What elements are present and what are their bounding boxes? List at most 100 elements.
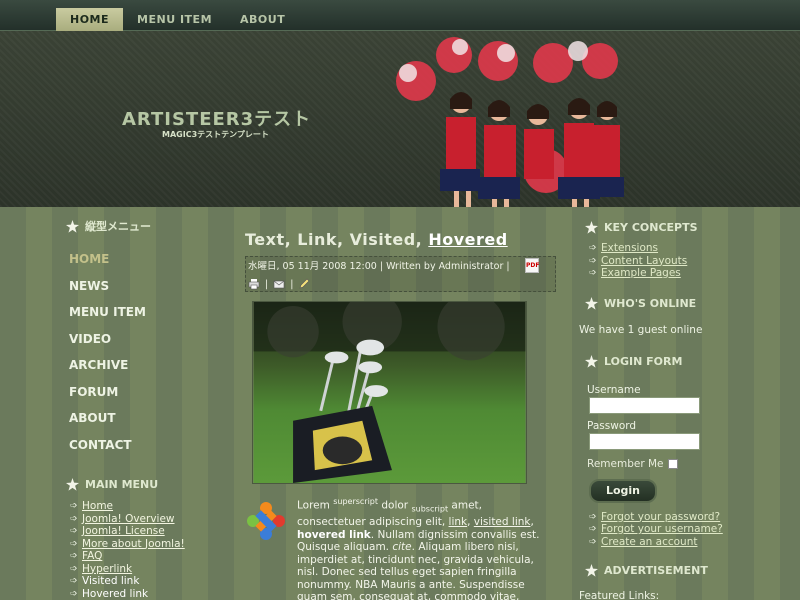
link-text[interactable]: Forgot your username?: [601, 523, 723, 536]
concept-example-pages[interactable]: ➩ Example Pages: [589, 267, 729, 280]
create-account-link[interactable]: ➩ Create an account: [589, 536, 729, 549]
body-text-segment: ,: [467, 516, 474, 529]
article-meta-text: 水曜日, 05 11月 2008 12:00 | Written by Admi…: [248, 261, 510, 272]
top-menu-home[interactable]: HOME: [56, 8, 124, 31]
whos-online-title: WHO'S ONLINE: [579, 294, 729, 314]
article-meta: 水曜日, 05 11月 2008 12:00 | Written by Admi…: [245, 256, 556, 292]
main-menu-item-home[interactable]: ➩ Home: [70, 500, 216, 513]
right-sidebar: KEY CONCEPTS ➩ Extensions ➩ Content Layout…: [579, 217, 729, 600]
arrow-right-icon: ➩: [70, 501, 78, 511]
site-slogan: MAGIC3テストテンプレート: [162, 130, 269, 139]
top-menu: HOME MENU ITEM ABOUT: [56, 8, 299, 31]
vmenu-title-text: 縦型メニュー: [85, 220, 151, 233]
article-body: Lorem superscript dolor subscript amet, …: [245, 496, 545, 600]
link-text[interactable]: Visited link: [82, 575, 139, 588]
arrow-right-icon: ➩: [70, 538, 78, 549]
link-text[interactable]: Joomla! License: [82, 525, 165, 538]
top-menu-menu-item[interactable]: MENU ITEM: [123, 8, 226, 31]
print-icon[interactable]: [248, 278, 260, 290]
advertisement-title-text: ADVERTISEMENT: [604, 563, 708, 577]
remember-me-row: Remember Me: [579, 458, 729, 470]
link-text[interactable]: Home: [82, 500, 113, 513]
top-menu-about[interactable]: ABOUT: [226, 8, 299, 31]
main-menu-item-more[interactable]: ➩ More about Joomla!: [70, 538, 216, 551]
remember-me-checkbox[interactable]: [667, 458, 678, 469]
body-text-segment: ,: [530, 516, 534, 529]
main-menu-item-visited[interactable]: ➩ Visited link: [70, 575, 216, 588]
vertical-menu: HOME NEWS MENU ITEM VIDEO ARCHIVE FORUM …: [66, 246, 216, 458]
pdf-icon[interactable]: PDF: [525, 258, 539, 273]
link-text[interactable]: Joomla! Overview: [82, 513, 175, 526]
password-field[interactable]: [589, 432, 700, 450]
login-links: ➩ Forgot your password? ➩ Forgot your user…: [579, 511, 729, 549]
joomla-logo-icon: [247, 502, 285, 540]
link-text[interactable]: FAQ: [82, 550, 102, 563]
link-text[interactable]: More about Joomla!: [82, 538, 185, 551]
superscript-text: superscript: [333, 497, 379, 506]
article-title-text: Text, Link, Visited,: [245, 230, 429, 249]
whos-online-text: We have 1 guest online: [579, 323, 703, 336]
link-text[interactable]: Hyperlink: [82, 563, 132, 576]
concept-content-layouts[interactable]: ➩ Content Layouts: [589, 255, 729, 268]
article-title-hovered-link[interactable]: Hovered: [428, 230, 507, 249]
cite-text: cite: [392, 541, 412, 554]
star-icon: [66, 219, 79, 233]
link-text[interactable]: Extensions: [601, 242, 658, 255]
article-title: Text, Link, Visited, Hovered: [245, 230, 555, 249]
star-icon: [585, 220, 598, 234]
link-text[interactable]: Hovered link: [82, 588, 148, 600]
main-menu-item-overview[interactable]: ➩ Joomla! Overview: [70, 513, 216, 526]
link-text[interactable]: Content Layouts: [601, 255, 687, 268]
site-header: ARTISTEER3テスト MAGIC3テストテンプレート: [0, 31, 800, 207]
body-hovered-link[interactable]: hovered link: [297, 529, 371, 541]
featured-links-label: Featured Links:: [579, 590, 660, 600]
arrow-right-icon: ➩: [589, 268, 597, 278]
arrow-right-icon: ➩: [70, 526, 78, 536]
arrow-right-icon: ➩: [70, 576, 78, 586]
main-menu-title-text: MAIN MENU: [85, 477, 159, 491]
arrow-right-icon: ➩: [589, 524, 597, 534]
concept-extensions[interactable]: ➩ Extensions: [589, 242, 729, 255]
subscript-text: subscript: [411, 504, 449, 514]
key-concepts-title: KEY CONCEPTS: [579, 217, 729, 237]
separator: |: [290, 278, 294, 290]
body-text-segment: dolor: [378, 499, 412, 512]
main-menu-item-faq[interactable]: ➩ FAQ: [70, 550, 216, 563]
link-text[interactable]: Forgot your password?: [601, 511, 720, 524]
advertisement-title: ADVERTISEMENT: [579, 560, 729, 580]
link-text[interactable]: Create an account: [601, 536, 697, 549]
login-form-title-text: LOGIN FORM: [604, 355, 683, 368]
left-sidebar: 縦型メニュー HOME NEWS MENU ITEM VIDEO ARCHIVE…: [66, 216, 216, 600]
main-menu-item-hovered[interactable]: ➩ Hovered link: [70, 588, 216, 600]
main-menu-list: ➩ Home ➩ Joomla! Overview ➩ Joomla! License…: [66, 500, 216, 600]
vmenu-item-about[interactable]: ABOUT: [66, 405, 216, 432]
login-button[interactable]: Login: [589, 478, 657, 503]
arrow-right-icon: ➩: [70, 551, 78, 561]
edit-pencil-icon[interactable]: [298, 278, 310, 290]
arrow-right-icon: ➩: [589, 255, 597, 266]
vmenu-item-menu-item[interactable]: MENU ITEM: [66, 299, 216, 326]
vmenu-item-home[interactable]: HOME: [66, 246, 216, 273]
vmenu-item-archive[interactable]: ARCHIVE: [66, 352, 216, 379]
forgot-password-link[interactable]: ➩ Forgot your password?: [589, 511, 729, 524]
arrow-right-icon: ➩: [70, 588, 78, 599]
forgot-username-link[interactable]: ➩ Forgot your username?: [589, 523, 729, 536]
vmenu-title: 縦型メニュー: [66, 216, 216, 236]
whos-online-title-text: WHO'S ONLINE: [604, 297, 697, 310]
body-visited-link[interactable]: visited link: [474, 516, 531, 528]
key-concepts-list: ➩ Extensions ➩ Content Layouts ➩ Example Pa…: [579, 242, 729, 280]
main-menu-item-hyperlink[interactable]: ➩ Hyperlink: [70, 563, 216, 576]
vmenu-item-forum[interactable]: FORUM: [66, 379, 216, 406]
site-title[interactable]: ARTISTEER3テスト: [122, 105, 311, 131]
email-icon[interactable]: [273, 278, 285, 290]
body-link[interactable]: link: [449, 516, 468, 528]
username-field[interactable]: [589, 396, 700, 414]
top-nav-bar: HOME MENU ITEM ABOUT: [0, 0, 800, 31]
arrow-right-icon: ➩: [70, 563, 78, 574]
link-text[interactable]: Example Pages: [601, 267, 681, 280]
vmenu-item-news[interactable]: NEWS: [66, 273, 216, 300]
vmenu-item-contact[interactable]: CONTACT: [66, 432, 216, 459]
arrow-right-icon: ➩: [589, 511, 597, 522]
main-menu-item-license[interactable]: ➩ Joomla! License: [70, 525, 216, 538]
vmenu-item-video[interactable]: VIDEO: [66, 326, 216, 353]
